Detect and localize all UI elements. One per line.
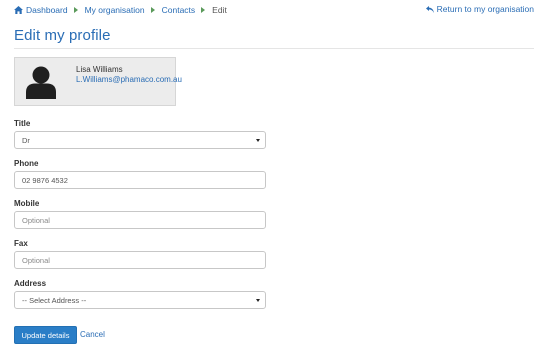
page-title: Edit my profile bbox=[14, 27, 111, 44]
title-select-value: Dr bbox=[22, 135, 30, 145]
profile-email-link[interactable]: L.Williams@phamaco.com.au bbox=[76, 75, 182, 84]
breadcrumb-separator-icon bbox=[150, 7, 155, 13]
cancel-link[interactable]: Cancel bbox=[80, 330, 105, 339]
fax-label: Fax bbox=[14, 239, 28, 248]
profile-card: Lisa Williams L.Williams@phamaco.com.au bbox=[14, 57, 182, 106]
update-details-button[interactable]: Update details bbox=[14, 326, 77, 344]
breadcrumb-contacts[interactable]: Contacts bbox=[162, 5, 196, 15]
mobile-input-placeholder: Optional bbox=[22, 215, 50, 225]
phone-input-value: 02 9876 4532 bbox=[22, 175, 68, 185]
mobile-label: Mobile bbox=[14, 199, 40, 208]
breadcrumb-dashboard[interactable]: Dashboard bbox=[14, 5, 68, 15]
caret-down-icon bbox=[256, 139, 260, 142]
return-link-label: Return to my organisation bbox=[436, 4, 534, 14]
phone-label: Phone bbox=[14, 159, 39, 168]
user-silhouette-icon bbox=[26, 66, 56, 99]
title-label: Title bbox=[14, 119, 31, 128]
phone-input[interactable]: 02 9876 4532 bbox=[14, 171, 266, 189]
fax-input[interactable]: Optional bbox=[14, 251, 266, 269]
reply-arrow-icon bbox=[425, 5, 434, 13]
title-select[interactable]: Dr bbox=[14, 131, 266, 149]
address-label: Address bbox=[14, 279, 47, 288]
profile-name: Lisa Williams bbox=[76, 65, 123, 74]
caret-down-icon bbox=[256, 299, 260, 302]
top-bar: Dashboard My organisation Contacts Edit … bbox=[14, 0, 538, 20]
address-select-value: -- Select Address -- bbox=[22, 295, 87, 305]
breadcrumb-current: Edit bbox=[212, 5, 227, 15]
address-select[interactable]: -- Select Address -- bbox=[14, 291, 266, 309]
breadcrumb-separator-icon bbox=[73, 7, 78, 13]
breadcrumb-dashboard-label: Dashboard bbox=[26, 5, 68, 15]
breadcrumb-my-organisation[interactable]: My organisation bbox=[85, 5, 145, 15]
home-icon bbox=[14, 6, 23, 14]
fax-input-placeholder: Optional bbox=[22, 255, 50, 265]
breadcrumb-separator-icon bbox=[201, 7, 206, 13]
breadcrumb: Dashboard My organisation Contacts Edit bbox=[14, 5, 227, 15]
return-to-organisation-link[interactable]: Return to my organisation bbox=[425, 4, 534, 14]
mobile-input[interactable]: Optional bbox=[14, 211, 266, 229]
title-divider bbox=[14, 48, 534, 49]
